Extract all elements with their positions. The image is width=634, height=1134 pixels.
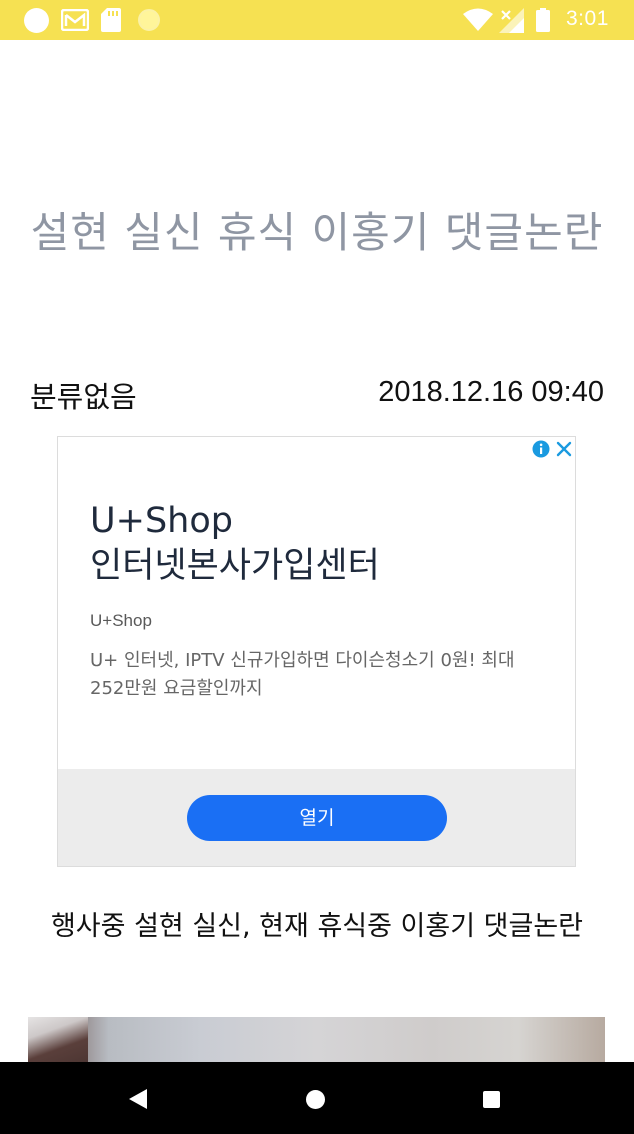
- ad-headline-line1: U+Shop: [90, 501, 233, 541]
- screen: 3:01 설현 실신 휴식 이홍기 댓글논란 분류없음 2018.12.16 0…: [0, 0, 634, 1134]
- article-title: 설현 실신 휴식 이홍기 댓글논란: [30, 208, 604, 257]
- ad-description: U+ 인터넷, IPTV 신규가입하면 다이슨청소기 0원! 최대 252만원 …: [90, 650, 515, 699]
- article-category[interactable]: 분류없음: [30, 374, 137, 416]
- back-icon[interactable]: [127, 1088, 149, 1110]
- wifi-icon: [463, 8, 493, 31]
- article-photo[interactable]: [28, 1017, 605, 1067]
- ad-headline[interactable]: U+Shop 인터넷본사가입센터: [90, 499, 380, 589]
- notification-dot-icon: [138, 9, 160, 31]
- article-date: 2018.12.16 09:40: [378, 376, 604, 408]
- home-icon[interactable]: [306, 1090, 325, 1109]
- sd-card-icon: [101, 8, 121, 32]
- ad-info-icon[interactable]: [532, 440, 550, 458]
- mail-icon: [61, 9, 89, 31]
- article-photo-shadow: [28, 1017, 88, 1067]
- status-bar: 3:01: [0, 0, 634, 40]
- ad-banner[interactable]: U+Shop 인터넷본사가입센터 U+Shop U+ 인터넷, IPTV 신규가…: [57, 436, 576, 867]
- ad-advertiser: U+Shop: [90, 611, 152, 630]
- ad-headline-line2: 인터넷본사가입센터: [90, 546, 380, 586]
- ad-open-button[interactable]: 열기: [187, 795, 447, 841]
- ad-close-icon[interactable]: [556, 441, 572, 457]
- notification-circle-icon: [24, 8, 49, 33]
- navigation-bar: [0, 1062, 634, 1134]
- status-time: 3:01: [566, 7, 609, 30]
- signal-icon: [499, 8, 524, 33]
- battery-icon: [536, 8, 550, 32]
- article-body-text: 행사중 설현 실신, 현재 휴식중 이홍기 댓글논란: [50, 911, 584, 942]
- recents-icon[interactable]: [483, 1091, 500, 1108]
